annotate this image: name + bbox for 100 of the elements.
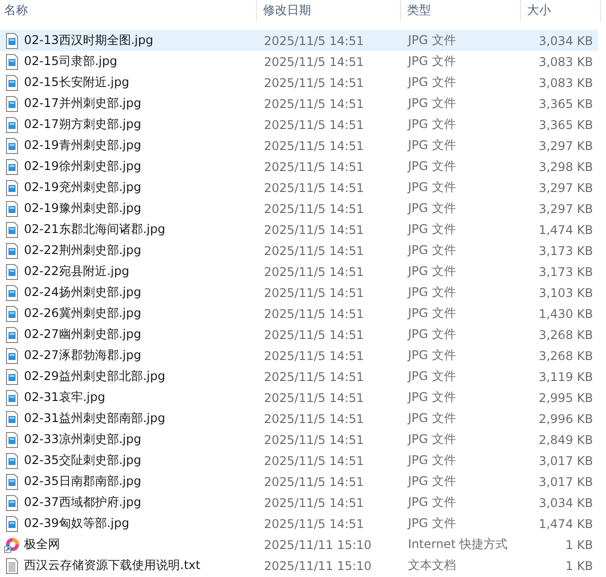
file-row[interactable]: 02-35交阯刺史部.jpg 2025/11/5 14:51 JPG 文件 3,017 KB (0, 450, 598, 471)
file-row[interactable]: 02-27涿郡勃海郡.jpg 2025/11/5 14:51 JPG 文件 3,268 KB (0, 345, 598, 366)
file-row[interactable]: 西汉云存储资源下载使用说明.txt 2025/11/11 15:10 文本文档 1 KB (0, 555, 598, 576)
date-cell-text: 2025/11/5 14:51 (263, 516, 365, 530)
image-file-icon (4, 264, 20, 280)
file-name: 02-19青州刺史部.jpg (24, 137, 142, 154)
column-header[interactable]: 修改日期 (257, 0, 401, 22)
type-cell-text: JPG 文件 (406, 515, 457, 532)
type-cell-text: JPG 文件 (406, 326, 457, 343)
image-file-icon (4, 242, 20, 258)
file-name: 西汉云存储资源下载使用说明.txt (24, 557, 200, 574)
size-cell-text: 3,298 KB (538, 160, 593, 174)
file-row[interactable]: 02-24扬州刺史部.jpg 2025/11/5 14:51 JPG 文件 3,103 KB (0, 282, 598, 303)
file-row[interactable]: 02-19兖州刺史部.jpg 2025/11/5 14:51 JPG 文件 3,297 KB (0, 177, 598, 198)
date-cell-text: 2025/11/11 15:10 (263, 538, 373, 552)
type-cell-text: JPG 文件 (406, 494, 457, 511)
file-row[interactable]: 02-13西汉时期全图.jpg 2025/11/5 14:51 JPG 文件 3,034 KB (0, 30, 598, 51)
file-row[interactable]: 02-15司隶部.jpg 2025/11/5 14:51 JPG 文件 3,083 KB (0, 51, 598, 72)
size-cell-text: 3,034 KB (538, 34, 593, 48)
file-row[interactable]: 02-26冀州刺史部.jpg 2025/11/5 14:51 JPG 文件 1,430 KB (0, 303, 598, 324)
type-cell-text: JPG 文件 (406, 431, 457, 448)
file-row[interactable]: 02-31哀牢.jpg 2025/11/5 14:51 JPG 文件 2,995 KB (0, 387, 598, 408)
file-row[interactable]: 02-15长安附近.jpg 2025/11/5 14:51 JPG 文件 3,083 KB (0, 72, 598, 93)
date-cell-text: 2025/11/5 14:51 (263, 202, 365, 216)
size-cell-text: 2,995 KB (538, 390, 593, 404)
file-name: 02-19兖州刺史部.jpg (24, 179, 142, 196)
size-cell-text: 3,268 KB (538, 328, 593, 342)
file-row[interactable]: 02-22荆州刺史部.jpg 2025/11/5 14:51 JPG 文件 3,173 KB (0, 240, 598, 261)
file-row[interactable]: 02-21东郡北海间诸郡.jpg 2025/11/5 14:51 JPG 文件 1,474 KB (0, 219, 598, 240)
image-file-icon (4, 158, 20, 174)
type-cell-text: JPG 文件 (406, 179, 457, 196)
file-row[interactable]: 02-19豫州刺史部.jpg 2025/11/5 14:51 JPG 文件 3,297 KB (0, 198, 598, 219)
size-cell-text: 3,365 KB (538, 96, 593, 110)
type-cell-text: JPG 文件 (406, 200, 457, 217)
type-cell-text: JPG 文件 (406, 263, 457, 280)
file-row[interactable]: 02-39匈奴等部.jpg 2025/11/5 14:51 JPG 文件 1,474 KB (0, 513, 598, 534)
shortcut-icon (4, 536, 20, 552)
file-name: 02-21东郡北海间诸郡.jpg (24, 221, 166, 238)
column-header[interactable]: 类型 (401, 0, 521, 22)
file-row[interactable]: 02-19徐州刺史部.jpg 2025/11/5 14:51 JPG 文件 3,298 KB (0, 156, 598, 177)
file-name: 02-13西汉时期全图.jpg (24, 32, 154, 49)
image-file-icon (4, 74, 20, 90)
type-cell-text: JPG 文件 (406, 32, 457, 49)
file-row[interactable]: 02-37西域都护府.jpg 2025/11/5 14:51 JPG 文件 3,034 KB (0, 492, 598, 513)
date-cell-text: 2025/11/5 14:51 (263, 390, 365, 404)
column-header[interactable]: 大小 (521, 0, 601, 22)
image-file-icon (4, 452, 20, 468)
file-name: 02-17并州刺史部.jpg (24, 95, 142, 112)
file-name: 02-22宛县附近.jpg (24, 263, 130, 280)
date-cell-text: 2025/11/5 14:51 (263, 412, 365, 426)
size-cell-text: 3,103 KB (538, 286, 593, 300)
date-cell-text: 2025/11/5 14:51 (263, 138, 365, 152)
column-header[interactable]: 名称 (0, 0, 257, 22)
file-name: 02-27涿郡勃海郡.jpg (24, 347, 142, 364)
file-row[interactable]: 02-33凉州刺史部.jpg 2025/11/5 14:51 JPG 文件 2,849 KB (0, 429, 598, 450)
file-name: 02-39匈奴等部.jpg (24, 515, 130, 532)
size-cell-text: 3,268 KB (538, 348, 593, 362)
size-cell-text: 1,474 KB (538, 516, 593, 530)
size-cell-text: 3,365 KB (538, 118, 593, 132)
type-cell-text: JPG 文件 (406, 368, 457, 385)
file-row[interactable]: 极全网 2025/11/11 15:10 Internet 快捷方式 1 KB (0, 534, 598, 555)
file-name: 02-35日南郡南部.jpg (24, 473, 142, 490)
text-file-icon (4, 558, 20, 574)
date-cell-text: 2025/11/5 14:51 (263, 54, 365, 68)
file-name: 02-29益州刺史部北部.jpg (24, 368, 166, 385)
size-cell-text: 3,297 KB (538, 202, 593, 216)
size-cell-text: 3,017 KB (538, 454, 593, 468)
file-row[interactable]: 02-29益州刺史部北部.jpg 2025/11/5 14:51 JPG 文件 3,119 KB (0, 366, 598, 387)
image-file-icon (4, 54, 20, 70)
image-file-icon (4, 390, 20, 406)
date-cell-text: 2025/11/5 14:51 (263, 432, 365, 446)
image-file-icon (4, 326, 20, 342)
file-name: 02-37西域都护府.jpg (24, 494, 142, 511)
file-row[interactable]: 02-19青州刺史部.jpg 2025/11/5 14:51 JPG 文件 3,297 KB (0, 135, 598, 156)
file-row[interactable]: 02-31益州刺史部南部.jpg 2025/11/5 14:51 JPG 文件 2,996 KB (0, 408, 598, 429)
file-name: 02-17朔方刺史部.jpg (24, 116, 142, 133)
image-file-icon (4, 494, 20, 510)
date-cell-text: 2025/11/5 14:51 (263, 244, 365, 258)
file-row[interactable]: 02-35日南郡南部.jpg 2025/11/5 14:51 JPG 文件 3,017 KB (0, 471, 598, 492)
image-file-icon (4, 348, 20, 364)
size-cell-text: 3,297 KB (538, 180, 593, 194)
image-file-icon (4, 410, 20, 426)
file-name: 02-24扬州刺史部.jpg (24, 284, 142, 301)
image-file-icon (4, 474, 20, 490)
size-cell-text: 3,034 KB (538, 496, 593, 510)
date-cell-text: 2025/11/5 14:51 (263, 496, 365, 510)
type-cell-text: JPG 文件 (406, 389, 457, 406)
image-file-icon (4, 222, 20, 238)
file-row[interactable]: 02-22宛县附近.jpg 2025/11/5 14:51 JPG 文件 3,173 KB (0, 261, 598, 282)
size-cell-text: 2,996 KB (538, 412, 593, 426)
type-cell-text: JPG 文件 (406, 410, 457, 427)
size-cell-text: 3,083 KB (538, 76, 593, 90)
date-cell-text: 2025/11/5 14:51 (263, 286, 365, 300)
date-cell-text: 2025/11/5 14:51 (263, 474, 365, 488)
type-cell-text: JPG 文件 (406, 284, 457, 301)
file-row[interactable]: 02-17朔方刺史部.jpg 2025/11/5 14:51 JPG 文件 3,365 KB (0, 114, 598, 135)
date-cell-text: 2025/11/5 14:51 (263, 76, 365, 90)
file-name: 02-15长安附近.jpg (24, 74, 130, 91)
file-row[interactable]: 02-27幽州刺史部.jpg 2025/11/5 14:51 JPG 文件 3,268 KB (0, 324, 598, 345)
file-row[interactable]: 02-17并州刺史部.jpg 2025/11/5 14:51 JPG 文件 3,365 KB (0, 93, 598, 114)
